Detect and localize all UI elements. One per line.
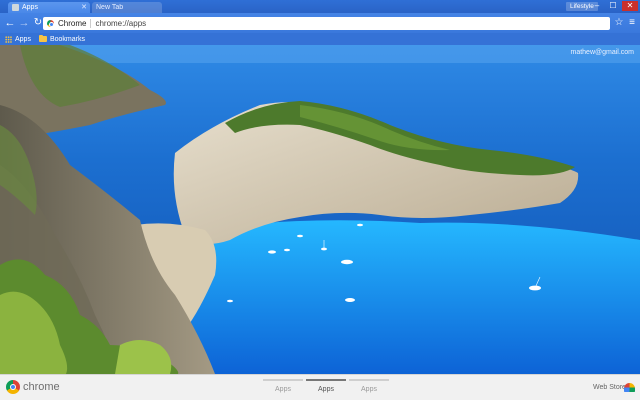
background-photo (0, 45, 640, 374)
bookmark-label: Apps (15, 35, 31, 43)
omnibox-separator (90, 19, 92, 28)
tab-label: New Tab (96, 4, 124, 11)
tab-label: Apps (22, 4, 38, 11)
tab-apps[interactable]: Apps ✕ (8, 2, 90, 13)
bookmark-apps[interactable]: Apps (5, 35, 31, 43)
omnibox-chip: Chrome (58, 19, 87, 28)
page-tab-2[interactable]: Apps (306, 379, 346, 393)
apps-page: mathew@gmail.com (0, 45, 640, 374)
web-store-link[interactable]: Web Store (593, 384, 626, 391)
tab-strip: Apps ✕ New Tab Lifestyle – ☐ ✕ (0, 0, 640, 13)
bookmark-label: Bookmarks (49, 35, 85, 43)
apps-grid-icon (5, 35, 12, 43)
apps-bottom-bar: chrome Apps Apps Apps Web Store (0, 374, 640, 400)
lagoon (186, 220, 640, 374)
folder-icon (38, 34, 47, 42)
logo-text: chrome (23, 381, 60, 393)
tab-new-tab[interactable]: New Tab (92, 2, 162, 13)
web-store-icon[interactable] (624, 383, 635, 392)
account-email[interactable]: mathew@gmail.com (570, 49, 634, 56)
omnibox[interactable]: Chrome chrome://apps (43, 17, 610, 30)
forward-icon[interactable]: → (17, 16, 31, 30)
tab-close-icon[interactable]: ✕ (81, 3, 87, 11)
star-icon[interactable]: ☆ (613, 16, 625, 30)
chrome-logo: chrome (6, 380, 60, 394)
minimize-button[interactable]: – (590, 1, 604, 11)
apps-favicon-icon (12, 4, 19, 11)
toolbar: ← → ↻ Chrome chrome://apps ☆ ≡ (0, 13, 640, 33)
page-tab-3[interactable]: Apps (349, 379, 389, 393)
page-tab-1[interactable]: Apps (263, 379, 303, 393)
chrome-page-icon (47, 20, 54, 27)
close-window-button[interactable]: ✕ (622, 1, 638, 11)
url-text[interactable]: chrome://apps (95, 19, 146, 28)
chrome-logo-icon (6, 380, 20, 394)
menu-icon[interactable]: ≡ (627, 16, 637, 30)
bookmark-folder[interactable]: Bookmarks (38, 34, 85, 43)
back-icon[interactable]: ← (3, 16, 17, 30)
bookmarks-bar: Apps Bookmarks (0, 33, 640, 45)
maximize-button[interactable]: ☐ (606, 1, 620, 11)
